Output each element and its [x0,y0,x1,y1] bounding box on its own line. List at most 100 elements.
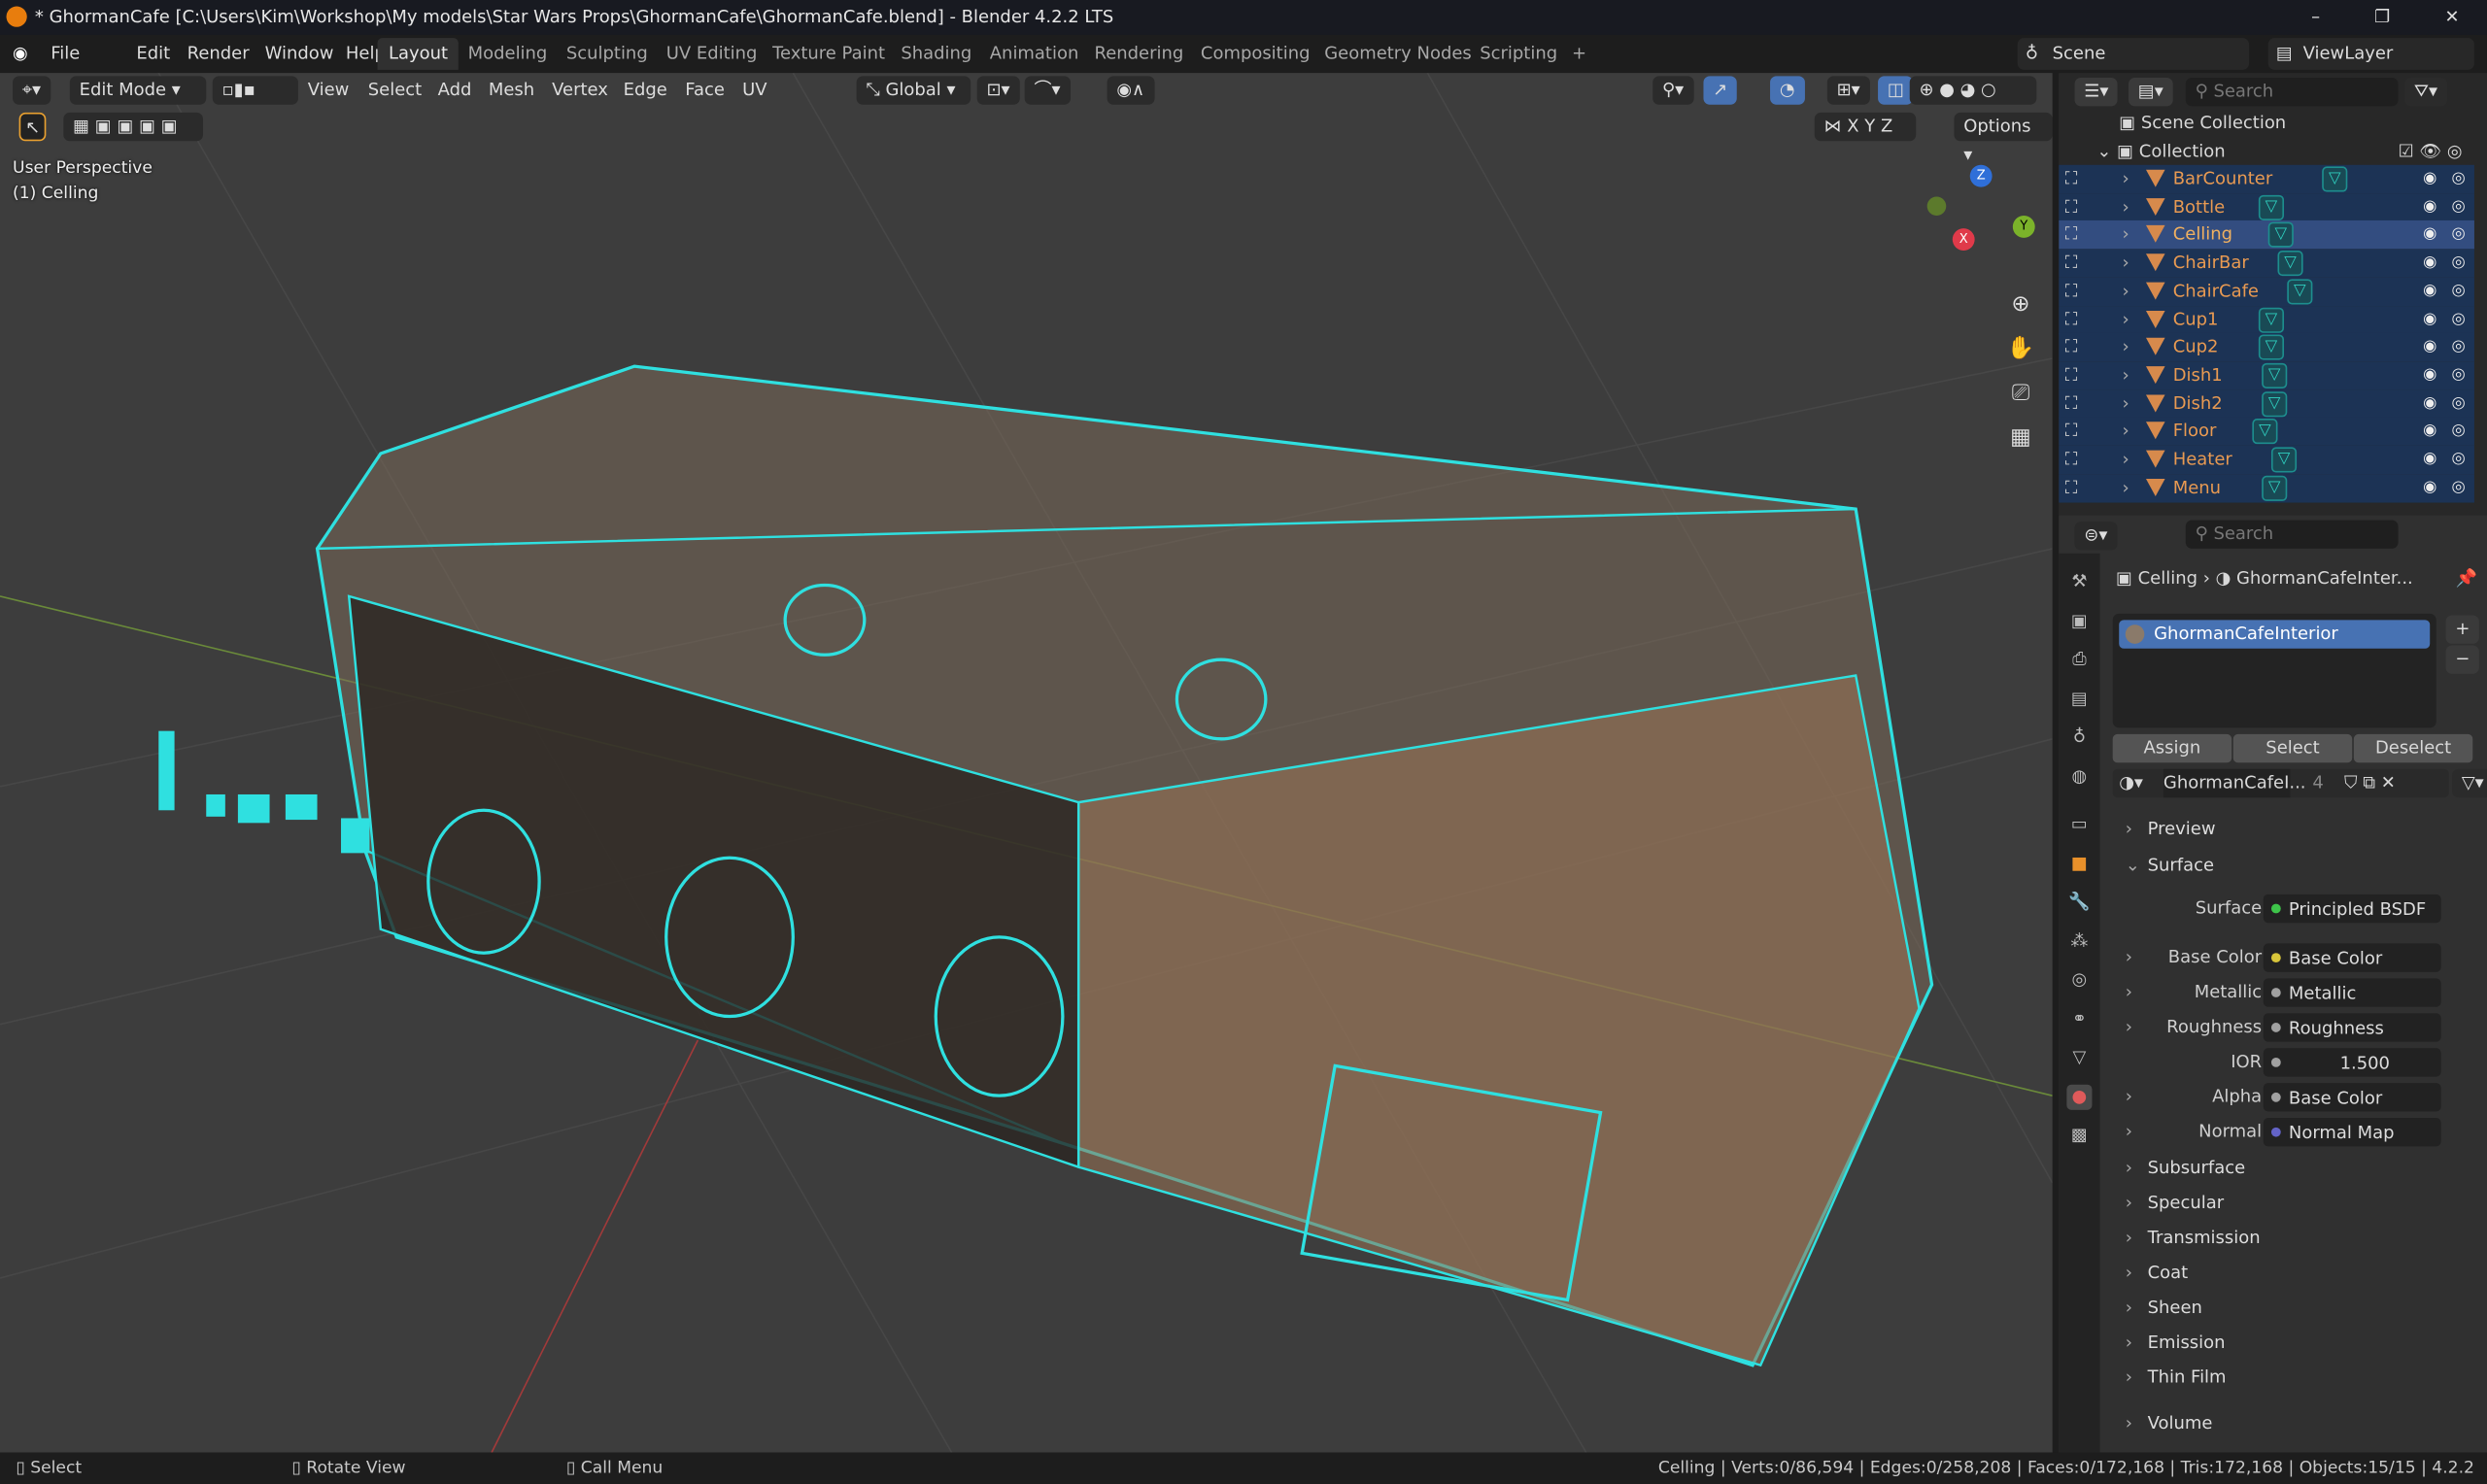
workspace-tab-uv-editing[interactable]: UV Editing [655,38,768,70]
mesh-data-icon[interactable]: ▽ [2258,306,2285,333]
remove-slot-button[interactable]: − [2445,645,2480,674]
edit-mode-icon[interactable]: ⛶ [2065,418,2078,446]
material-slot-item[interactable]: GhormanCafeInterior [2119,620,2431,649]
collection-icon[interactable]: ▭ [2066,812,2092,837]
viewport-menu-view[interactable]: View [308,76,350,104]
shading-buttons[interactable]: ⊕ ● ◕ ○ [1909,76,2037,105]
viewport-menu-face[interactable]: Face [685,76,725,104]
property-field[interactable]: Normal Map [2263,1118,2441,1147]
subpanel-thin-film[interactable]: › Thin Film [2113,1362,2474,1394]
viewport-menu-add[interactable]: Add [438,76,472,104]
outliner-item[interactable]: ⛶ › Bottle ▽ ◉ ◎ [2059,192,2474,222]
select-tool-icon[interactable]: ↖ [18,112,47,142]
eye-icon[interactable]: ◉ [2420,253,2439,273]
outliner-item[interactable]: ⛶ › Cup2 ▽ ◉ ◎ [2059,333,2474,362]
object-name[interactable]: Floor [2173,418,2217,446]
subpanel-emission[interactable]: › Emission [2113,1328,2474,1360]
blender-menu-icon[interactable]: ◉ [13,41,28,66]
mesh-data-icon[interactable]: ▽ [2270,447,2298,473]
mesh-data-icon[interactable]: ▽ [2262,362,2288,388]
mesh-data-icon[interactable]: ▽ [2252,419,2278,445]
modifier-icon[interactable]: 🔧 [2066,890,2092,915]
property-field[interactable]: Metallic [2263,978,2441,1007]
camera-icon[interactable]: ◎ [2449,310,2469,329]
object-name[interactable]: Bottle [2173,193,2225,221]
object-icon[interactable]: ■ [2066,851,2092,876]
mode-selector[interactable]: Edit Mode ▾ [69,76,207,105]
outliner-item[interactable]: ⛶ › BarCounter ▽ ◉ ◎ [2059,164,2474,194]
edit-mode-icon[interactable]: ⛶ [2065,249,2078,277]
mesh-data-icon[interactable]: ▽ [2262,475,2288,501]
menu-render[interactable]: Render [187,41,250,66]
camera-icon[interactable]: ◎ [2449,479,2469,498]
subpanel-sheen[interactable]: › Sheen [2113,1293,2474,1325]
camera-icon[interactable]: ◎ [2449,282,2469,301]
expand-chevron-icon[interactable]: › [2122,474,2129,502]
viewlayer-selector[interactable]: ▤ ViewLayer [2267,38,2474,70]
close-button[interactable]: ✕ [2420,0,2483,35]
3d-viewport[interactable]: ⌖▾ Edit Mode ▾ ▫▮▪ View Select Add Mesh Vert… [0,73,2053,1453]
mesh-overlay-button[interactable]: ⊞▾ [1826,76,1870,105]
workspace-tab-layout[interactable]: Layout [377,38,460,70]
gizmo-neg-y[interactable] [1926,196,1947,217]
outliner-item[interactable]: ⛶ › Heater ▽ ◉ ◎ [2059,445,2474,475]
subpanel-coat[interactable]: › Coat [2113,1258,2474,1290]
edit-mode-icon[interactable]: ⛶ [2065,361,2078,389]
expand-chevron-icon[interactable]: › [2122,277,2129,305]
proportional-edit-button[interactable]: ◉∧ [1107,76,1155,105]
view-layer-filter[interactable]: ▤▾ [2129,77,2173,107]
snap-button[interactable]: ⌒▾ [1024,76,1071,105]
outliner-search[interactable]: ⚲ Search [2185,77,2399,107]
eye-icon[interactable]: ◉ [2420,198,2439,218]
viewport-menu-select[interactable]: Select [368,76,422,104]
scene-selector[interactable]: ♁ Scene [2017,38,2250,70]
property-field[interactable]: 1.500 [2263,1048,2441,1077]
visibility-button[interactable]: ⚲▾ [1652,76,1693,105]
mesh-data-icon[interactable]: ▽ [2262,390,2288,417]
workspace-tab-+[interactable]: + [1561,38,1598,70]
physics-icon[interactable]: ◎ [2066,967,2092,993]
options-dropdown[interactable]: Options ▾ [1954,112,2053,165]
eye-icon[interactable]: ◉ [2420,394,2439,414]
workspace-tab-scripting[interactable]: Scripting [1469,38,1569,70]
edit-mode-icon[interactable]: ⛶ [2065,193,2078,221]
object-name[interactable]: Celling [2173,221,2232,250]
expand-chevron-icon[interactable]: › [2122,165,2129,193]
eye-icon[interactable]: ◉ [2420,479,2439,498]
workspace-tab-animation[interactable]: Animation [978,38,1089,70]
material-slot-list[interactable]: GhormanCafeInterior [2112,613,2436,728]
expand-chevron-icon[interactable]: › [2122,305,2129,333]
workspace-tab-compositing[interactable]: Compositing [1189,38,1320,70]
properties-search[interactable]: ⚲ Search [2185,520,2399,549]
deselect-button[interactable]: Deselect [2353,733,2473,763]
object-name[interactable]: BarCounter [2173,165,2272,193]
camera-icon[interactable]: ◎ [2449,422,2469,442]
link-mesh-icon[interactable]: ▽▾ [2452,768,2487,798]
expand-chevron-icon[interactable]: › [2122,418,2129,446]
outliner-item[interactable]: ⛶ › Dish1 ▽ ◉ ◎ [2059,361,2474,390]
camera-icon[interactable]: ◎ [2449,198,2469,218]
material-datablock[interactable]: ◑▾ GhormanCafeI... 4 ⛉ ⧉ ✕ [2112,768,2449,798]
object-name[interactable]: ChairCafe [2173,277,2259,305]
workspace-tab-geometry-nodes[interactable]: Geometry Nodes [1313,38,1482,70]
object-name[interactable]: Heater [2173,446,2232,474]
volume-panel[interactable]: › Volume [2113,1408,2474,1440]
assign-button[interactable]: Assign [2112,733,2232,763]
xray-toggle[interactable]: ◫ [1878,76,1914,105]
subpanel-specular[interactable]: › Specular [2113,1188,2474,1220]
outliner-item[interactable]: ⛶ › Celling ▽ ◉ ◎ [2059,220,2474,250]
data-icon[interactable]: ▽ [2066,1045,2092,1070]
object-name[interactable]: ChairBar [2173,249,2249,277]
viewport-menu-vertex[interactable]: Vertex [552,76,608,104]
view-layer-icon[interactable]: ▤ [2066,686,2092,711]
viewport-menu-edge[interactable]: Edge [624,76,667,104]
expand-chevron-icon[interactable]: › [2126,1081,2132,1113]
pin-icon[interactable]: 📌 [2456,566,2477,591]
filter-icon[interactable]: ⛛▾ [2404,77,2447,107]
minimize-button[interactable]: – [2284,0,2347,35]
gizmo-y-axis[interactable]: Y [2012,216,2035,238]
outliner-item[interactable]: ⛶ › ChairBar ▽ ◉ ◎ [2059,249,2474,278]
viewport-menu-uv[interactable]: UV [742,76,767,104]
overlay-toggle[interactable]: ◔ [1770,76,1805,105]
scene-collection-label[interactable]: ▣ Scene Collection [2119,113,2286,133]
